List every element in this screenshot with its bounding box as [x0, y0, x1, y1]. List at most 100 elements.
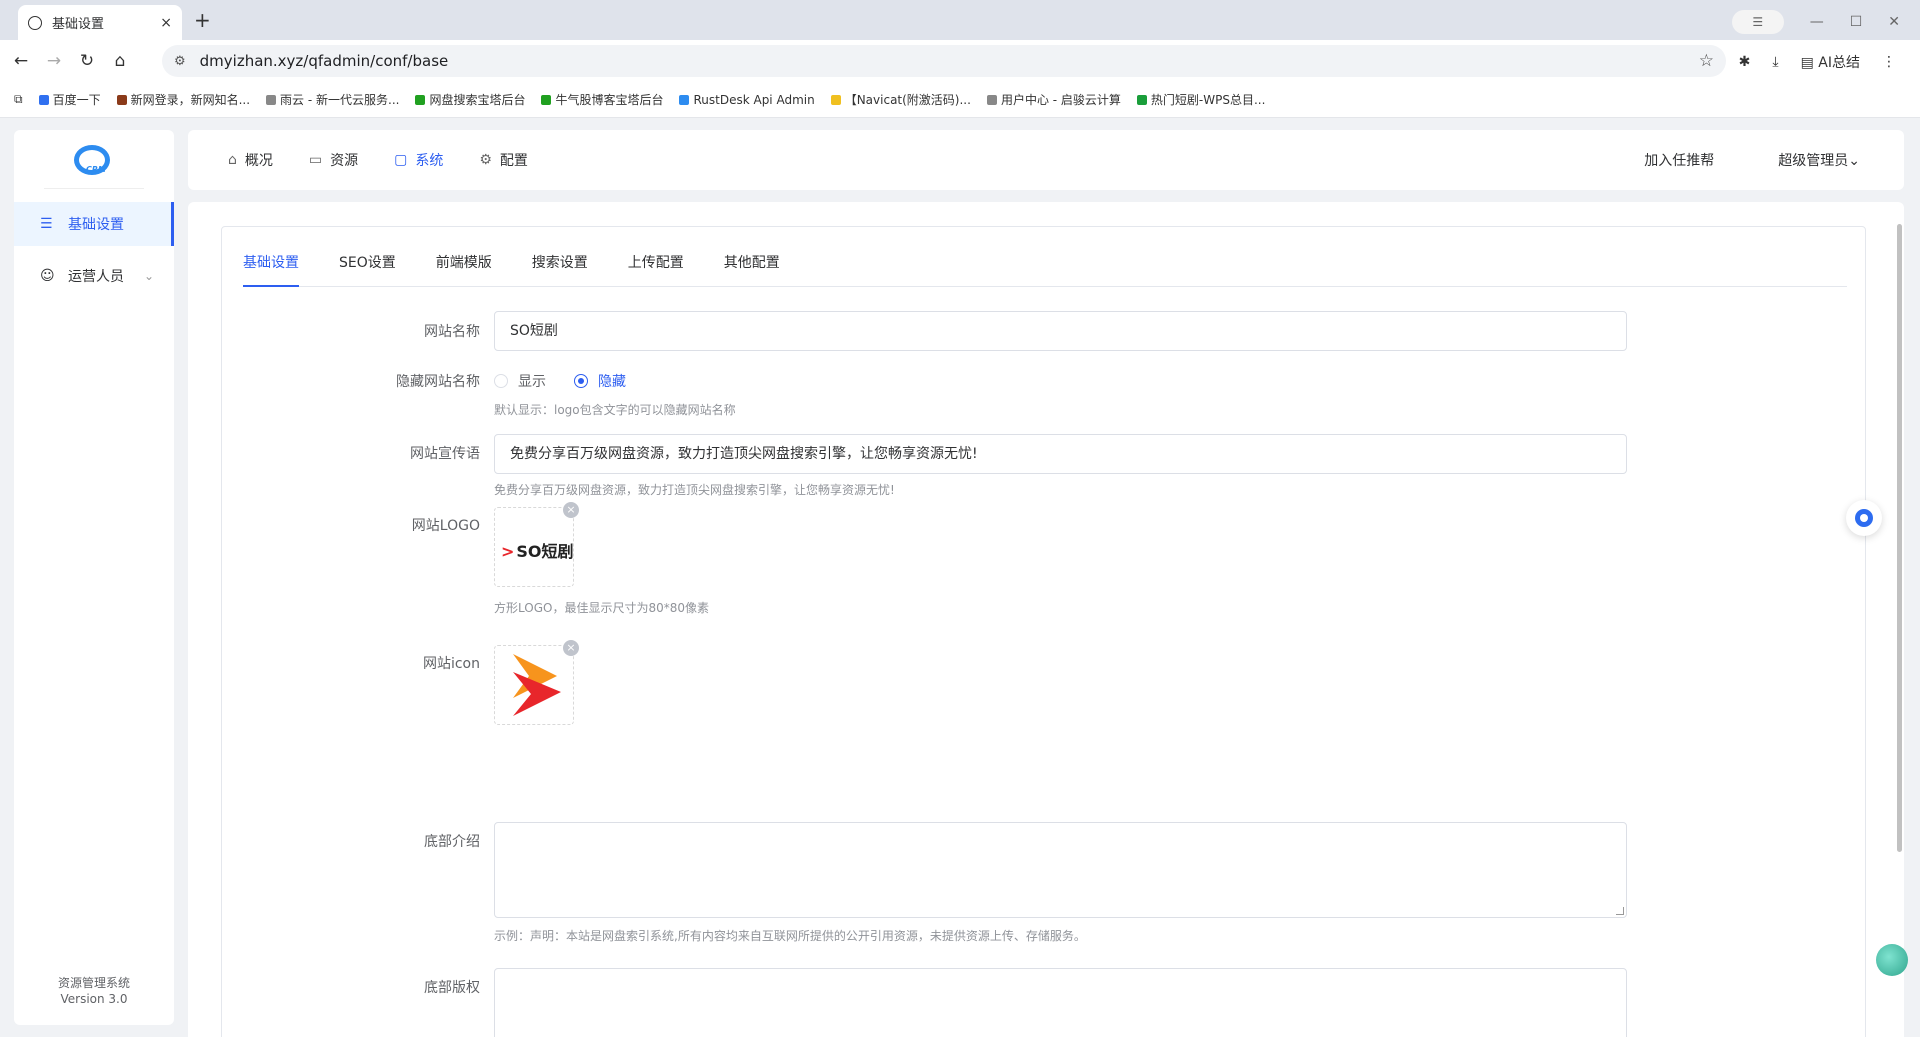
minimize-icon[interactable]: —: [1810, 14, 1824, 30]
logo-preview-text: SO短剧: [516, 542, 574, 561]
nav-config[interactable]: ⚙ 配置: [479, 150, 528, 170]
bookmark-label: 网盘搜索宝塔后台: [429, 93, 526, 107]
logo-text: CRM: [86, 165, 106, 174]
bookmark-favicon-icon: [1136, 94, 1147, 105]
join-link[interactable]: 加入任推帮: [1644, 150, 1714, 170]
nav-overview[interactable]: ⌂ 概况: [228, 150, 273, 170]
remove-logo-icon[interactable]: ×: [563, 502, 579, 518]
new-tab-button[interactable]: +: [194, 8, 211, 32]
bookmark-item[interactable]: 热门短剧-WPS总目...: [1136, 91, 1266, 108]
back-icon[interactable]: ←: [9, 51, 33, 71]
nav-label: 概况: [244, 153, 273, 169]
radio-label: 显示: [518, 374, 546, 390]
download-icon[interactable]: ⤓: [1772, 54, 1778, 70]
top-header: ⌂ 概况 ▭ 资源 ▢ 系统 ⚙ 配置 加入任推帮 超级管理员⌄: [188, 130, 1904, 190]
menu-icon[interactable]: ⋮: [1882, 54, 1896, 70]
footer-intro-textarea[interactable]: [494, 822, 1627, 918]
bookmark-item[interactable]: 用户中心 - 启骏云计算: [986, 91, 1121, 108]
reload-icon[interactable]: ↻: [75, 51, 99, 71]
resize-handle[interactable]: [1616, 907, 1624, 915]
close-window-icon[interactable]: ✕: [1888, 14, 1900, 30]
bookmark-item[interactable]: 百度一下: [38, 91, 101, 108]
url-input[interactable]: ⚙ dmyizhan.xyz/qfadmin/conf/base ☆: [162, 45, 1726, 77]
monitor-icon: ▢: [394, 152, 408, 168]
ai-summary-button[interactable]: ▤ AI总结: [1801, 52, 1860, 72]
bookmark-favicon-icon: [830, 94, 841, 105]
bookmark-item[interactable]: 雨云 - 新一代云服务...: [266, 91, 399, 108]
bookmark-label: 热门短剧-WPS总目...: [1150, 93, 1266, 107]
bookmark-star-icon[interactable]: ☆: [1699, 51, 1714, 71]
site-info-icon[interactable]: ⚙: [174, 54, 186, 69]
copyright-textarea[interactable]: [494, 968, 1627, 1037]
bookmark-item[interactable]: RustDesk Api Admin: [679, 93, 815, 107]
radio-circle: [494, 374, 508, 388]
bookmark-favicon-icon: [38, 94, 49, 105]
close-tab-icon[interactable]: ×: [160, 15, 172, 31]
chevron-down-icon: ⌄: [1848, 153, 1860, 169]
profile-button[interactable]: ☰: [1731, 10, 1784, 34]
logo-label: 网站LOGO: [411, 518, 480, 534]
crm-logo[interactable]: CRM: [74, 145, 114, 177]
sidebar-item-label: 基础设置: [68, 217, 124, 233]
address-bar: ← → ↻ ⌂ ⚙ dmyizhan.xyz/qfadmin/conf/base…: [0, 40, 1920, 82]
nav-label: 配置: [499, 153, 528, 169]
chevron-down-icon: ⌄: [143, 269, 154, 283]
tab-groups-icon[interactable]: ⧉: [14, 92, 23, 107]
sliders-icon: ☰: [40, 216, 53, 232]
tab-other[interactable]: 其他配置: [724, 251, 780, 287]
ai-bubble-icon[interactable]: [1876, 944, 1908, 976]
scrollbar[interactable]: [1897, 224, 1902, 852]
radio-hide[interactable]: 隐藏: [574, 371, 626, 391]
tab-search[interactable]: 搜索设置: [532, 251, 588, 287]
bookmark-item[interactable]: 网盘搜索宝塔后台: [415, 91, 525, 108]
nav-system[interactable]: ▢ 系统: [394, 150, 443, 170]
gear-icon: ⚙: [479, 152, 492, 168]
extensions-icon[interactable]: ✱: [1739, 54, 1751, 70]
sidebar-item-operators[interactable]: ☺ 运营人员 ⌄: [14, 254, 174, 298]
sidebar: CRM ☰ 基础设置 ☺ 运营人员 ⌄ 资源管理系统 Version 3.0: [14, 130, 174, 1025]
bookmark-favicon-icon: [679, 94, 690, 105]
bookmark-label: 新网登录，新网知名...: [130, 93, 251, 107]
icon-label: 网站icon: [422, 656, 480, 672]
ai-summary-icon: ▤: [1800, 55, 1814, 71]
bookmark-favicon-icon: [541, 94, 552, 105]
hide-name-label: 隐藏网站名称: [396, 374, 480, 390]
icon-upload[interactable]: ×: [494, 640, 579, 725]
bookmark-favicon-icon: [986, 94, 997, 105]
maximize-icon[interactable]: ☐: [1850, 14, 1863, 30]
user-icon: ☺: [40, 268, 55, 284]
site-name-input[interactable]: SO短剧: [494, 311, 1627, 351]
browser-tab[interactable]: 基础设置 ×: [18, 5, 182, 40]
version-label: Version 3.0: [60, 992, 128, 1006]
main-content: 基础设置 SEO设置 前端模版 搜索设置 上传配置 其他配置 网站名称 SO短剧…: [188, 202, 1904, 1037]
bookmark-label: 【Navicat(附激活码)...: [844, 93, 971, 107]
user-menu[interactable]: 超级管理员⌄: [1778, 150, 1860, 170]
home-icon: ⌂: [228, 152, 237, 168]
logo-upload[interactable]: > SO短剧 ×: [494, 502, 579, 587]
hide-name-hint: 默认显示：logo包含文字的可以隐藏网站名称: [494, 403, 736, 417]
settings-tabs: 基础设置 SEO设置 前端模版 搜索设置 上传配置 其他配置: [243, 251, 1847, 287]
nav-resources[interactable]: ▭ 资源: [309, 150, 358, 170]
bookmark-item[interactable]: 【Navicat(附激活码)...: [830, 91, 971, 108]
tab-upload[interactable]: 上传配置: [628, 251, 684, 287]
home-page-icon[interactable]: ⌂: [108, 51, 132, 71]
tab-frontend-template[interactable]: 前端模版: [436, 251, 492, 287]
bookmark-label: 用户中心 - 启骏云计算: [1000, 93, 1121, 107]
forward-icon[interactable]: →: [42, 51, 66, 71]
sidebar-footer: 资源管理系统 Version 3.0: [14, 975, 174, 1007]
assistant-icon: [1855, 509, 1873, 527]
floating-assistant-button[interactable]: [1846, 500, 1882, 536]
sidebar-item-basic-settings[interactable]: ☰ 基础设置: [14, 202, 174, 246]
bookmark-item[interactable]: 新网登录，新网知名...: [116, 91, 251, 108]
remove-icon-icon[interactable]: ×: [563, 640, 579, 656]
site-favicon-icon: [28, 15, 42, 30]
app-container: CRM ☰ 基础设置 ☺ 运营人员 ⌄ 资源管理系统 Version 3.0 ⌂…: [0, 118, 1920, 1037]
url-text: dmyizhan.xyz/qfadmin/conf/base: [199, 52, 449, 70]
settings-card: 基础设置 SEO设置 前端模版 搜索设置 上传配置 其他配置 网站名称 SO短剧…: [221, 226, 1866, 1037]
slogan-input[interactable]: 免费分享百万级网盘资源，致力打造顶尖网盘搜索引擎，让您畅享资源无忧!: [494, 434, 1627, 474]
radio-show[interactable]: 显示: [494, 371, 546, 391]
tab-seo[interactable]: SEO设置: [339, 251, 396, 287]
bookmark-item[interactable]: 牛气股博客宝塔后台: [541, 91, 663, 108]
tab-basic[interactable]: 基础设置: [243, 251, 299, 287]
slogan-label: 网站宣传语: [410, 446, 480, 462]
